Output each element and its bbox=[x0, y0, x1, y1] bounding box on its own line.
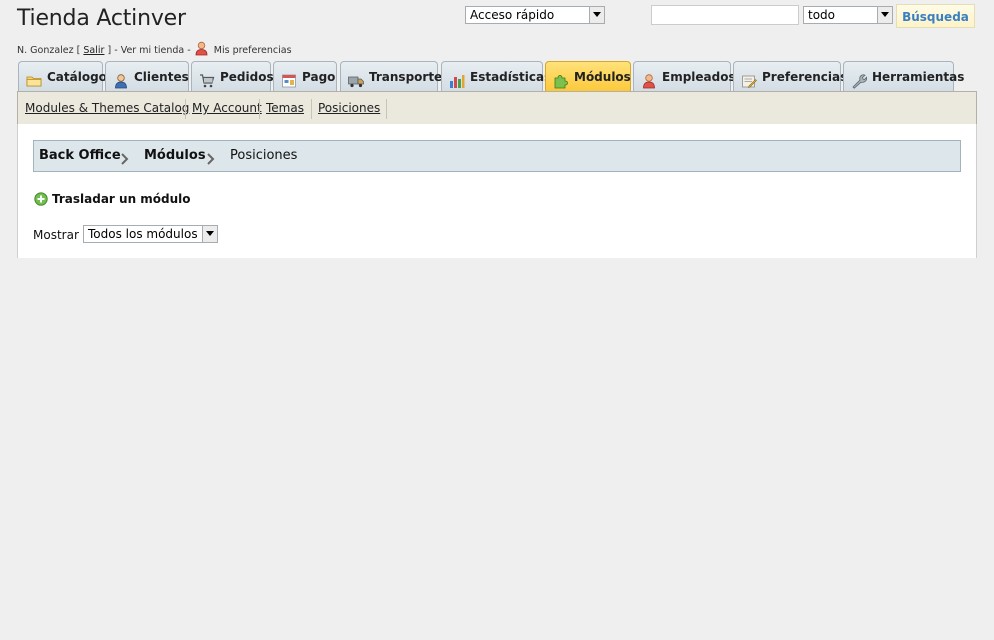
user-info-bar: N. Gonzalez [ Salir ] - Ver mi tienda - … bbox=[17, 41, 292, 59]
submenu-bar: Modules & Themes Catalog My Account Tema… bbox=[17, 91, 977, 125]
tab-pedidos[interactable]: Pedidos bbox=[191, 61, 274, 91]
quick-access-value: Acceso rápido bbox=[470, 8, 555, 22]
person-icon bbox=[194, 41, 209, 59]
show-filter-label: Mostrar : bbox=[33, 228, 87, 242]
tab-catalogo[interactable]: Catálogo bbox=[18, 61, 107, 91]
tab-modulos[interactable]: Módulos bbox=[545, 61, 631, 91]
cart-icon bbox=[199, 70, 215, 88]
search-scope-select[interactable]: todo bbox=[803, 6, 893, 24]
tab-label: Pedidos bbox=[220, 70, 274, 84]
submenu-modules-themes-catalog[interactable]: Modules & Themes Catalog bbox=[25, 101, 189, 115]
tab-label: Herramientas bbox=[872, 70, 965, 84]
chevron-right-icon bbox=[120, 150, 130, 165]
payment-icon bbox=[281, 70, 297, 88]
tab-label: Pago bbox=[302, 70, 336, 84]
module-filter-value: Todos los módulos bbox=[88, 227, 198, 241]
separator-dash: - bbox=[187, 45, 191, 56]
tab-label: Preferencias bbox=[762, 70, 848, 84]
tab-label: Empleados bbox=[662, 70, 736, 84]
quick-access-select[interactable]: Acceso rápido bbox=[465, 6, 605, 24]
employee-icon bbox=[641, 70, 657, 89]
logout-link[interactable]: Salir bbox=[83, 45, 104, 56]
breadcrumb-posiciones: Posiciones bbox=[230, 148, 298, 163]
add-icon bbox=[34, 192, 48, 209]
search-scope-value: todo bbox=[808, 8, 836, 22]
puzzle-icon bbox=[553, 70, 569, 89]
wrench-icon bbox=[851, 70, 868, 89]
breadcrumb-back-office[interactable]: Back Office bbox=[39, 148, 121, 163]
submenu-posiciones[interactable]: Posiciones bbox=[318, 101, 380, 115]
chevron-right-icon bbox=[206, 150, 216, 165]
submenu-my-account[interactable]: My Account bbox=[192, 101, 262, 115]
view-shop-link[interactable]: Ver mi tienda bbox=[121, 45, 185, 56]
tab-empleados[interactable]: Empleados bbox=[633, 61, 736, 91]
bracket-open: [ bbox=[76, 45, 81, 56]
tab-estadisticas[interactable]: Estadísticas bbox=[441, 61, 551, 91]
tab-label: Transporte bbox=[369, 70, 443, 84]
submenu-separator bbox=[311, 99, 312, 119]
shop-title: Tienda Actinver bbox=[17, 6, 186, 31]
customer-icon bbox=[113, 70, 129, 89]
separator-dash: - bbox=[114, 45, 118, 56]
tab-label: Clientes bbox=[134, 70, 189, 84]
user-name: N. Gonzalez bbox=[17, 45, 74, 56]
search-input[interactable] bbox=[651, 5, 799, 25]
submenu-separator bbox=[386, 99, 387, 119]
move-module-label: Trasladar un módulo bbox=[52, 192, 191, 206]
submenu-separator bbox=[259, 99, 260, 119]
tab-herramientas[interactable]: Herramientas bbox=[843, 61, 964, 91]
truck-icon bbox=[348, 70, 364, 88]
chevron-down-icon[interactable] bbox=[877, 7, 892, 23]
my-preferences-link[interactable]: Mis preferencias bbox=[214, 45, 292, 56]
folder-icon bbox=[26, 70, 42, 87]
chevron-down-icon[interactable] bbox=[589, 7, 604, 23]
tab-pago[interactable]: Pago bbox=[273, 61, 337, 91]
preferences-icon bbox=[741, 70, 757, 88]
tab-label: Estadísticas bbox=[470, 70, 552, 84]
submenu-temas[interactable]: Temas bbox=[266, 101, 304, 115]
bar-chart-icon bbox=[449, 70, 465, 88]
bracket-close: ] bbox=[107, 45, 112, 56]
breadcrumb-modulos[interactable]: Módulos bbox=[144, 148, 206, 163]
tab-label: Catálogo bbox=[47, 70, 107, 84]
move-module-link[interactable]: Trasladar un módulo bbox=[34, 192, 191, 209]
tab-label: Módulos bbox=[574, 70, 631, 84]
tab-clientes[interactable]: Clientes bbox=[105, 61, 189, 91]
tab-transporte[interactable]: Transporte bbox=[340, 61, 442, 91]
chevron-down-icon[interactable] bbox=[202, 226, 217, 242]
module-filter-select[interactable]: Todos los módulos bbox=[83, 225, 218, 243]
breadcrumb: Back Office Módulos Posiciones bbox=[33, 140, 961, 172]
tab-preferencias[interactable]: Preferencias bbox=[733, 61, 847, 91]
submenu-separator bbox=[185, 99, 186, 119]
search-button[interactable]: Búsqueda bbox=[896, 4, 975, 28]
